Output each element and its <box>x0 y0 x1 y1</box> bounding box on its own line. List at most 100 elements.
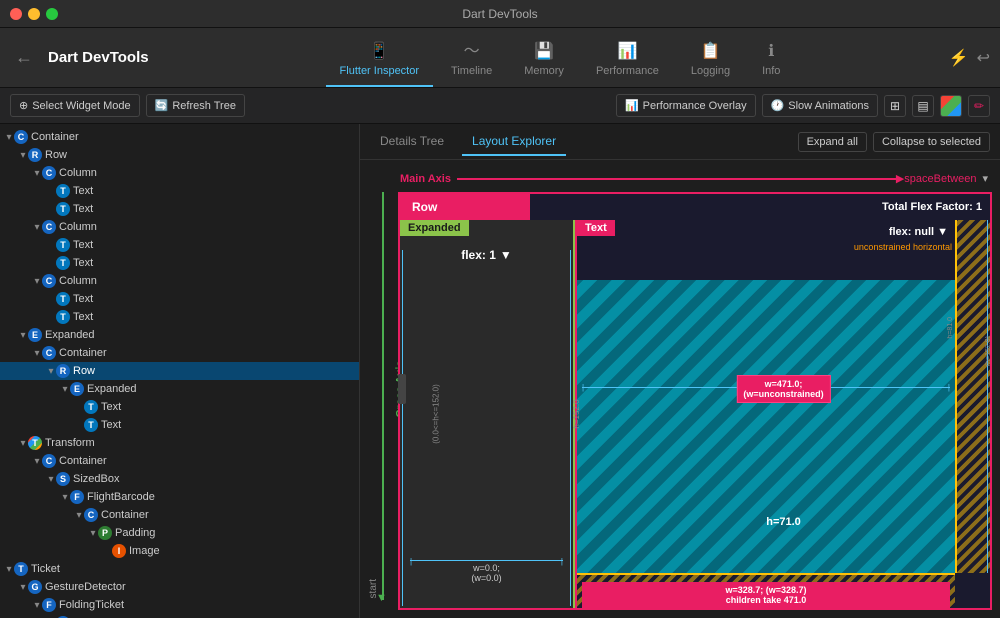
content-area: ▾CContainer▾RRow▾CColumn TText TText▾CCo… <box>0 124 1000 618</box>
node-label: FlightBarcode <box>87 491 155 503</box>
tree-item[interactable]: ▾EExpanded <box>0 326 359 344</box>
expand-arrow[interactable]: ▾ <box>32 456 42 467</box>
expanded-label: Expanded <box>400 220 469 236</box>
expand-arrow[interactable]: ▾ <box>46 366 56 377</box>
node-icon: C <box>14 130 28 144</box>
scroll-handle[interactable] <box>398 374 406 404</box>
performance-icon: 📊 <box>617 41 637 61</box>
node-icon: P <box>98 526 112 540</box>
expand-arrow[interactable]: ▾ <box>4 564 14 575</box>
maximize-button[interactable] <box>46 8 58 20</box>
close-button[interactable] <box>10 8 22 20</box>
tree-item[interactable]: TText <box>0 416 359 434</box>
tree-item[interactable]: IImage <box>0 542 359 560</box>
expand-arrow[interactable]: ▾ <box>18 330 28 341</box>
bottom-measurement-label: w=328.7; (w=328.7)children take 471.0 <box>582 582 950 608</box>
tree-item[interactable]: TText <box>0 200 359 218</box>
tree-item[interactable]: ▾PPadding <box>0 524 359 542</box>
main-header: ← Dart DevTools 📱 Flutter Inspector 〜 Ti… <box>0 28 1000 88</box>
tree-item[interactable]: ▾TTicket <box>0 560 359 578</box>
tree-item[interactable]: ▾CColumn <box>0 164 359 182</box>
collapse-to-selected-button[interactable]: Collapse to selected <box>873 132 990 152</box>
minimize-button[interactable] <box>28 8 40 20</box>
flex-dropdown[interactable]: ▼ <box>500 248 512 262</box>
tab-performance-label: Performance <box>596 65 659 77</box>
expand-arrow[interactable]: ▾ <box>60 384 70 395</box>
refresh-tree-button[interactable]: 🔄 Refresh Tree <box>146 94 245 117</box>
tree-item[interactable]: ▾CContainer <box>0 614 359 618</box>
tree-item[interactable]: ▾CColumn <box>0 218 359 236</box>
pencil-icon-button[interactable]: ✏ <box>968 95 990 117</box>
tree-item[interactable]: TText <box>0 236 359 254</box>
expand-arrow[interactable]: ▾ <box>88 528 98 539</box>
tree-item[interactable]: ▾FFoldingTicket <box>0 596 359 614</box>
tab-info[interactable]: ℹ Info <box>748 33 794 87</box>
back-button[interactable]: ← <box>10 47 38 68</box>
tree-item[interactable]: ▾SSizedBox <box>0 470 359 488</box>
tab-timeline[interactable]: 〜 Timeline <box>437 29 506 87</box>
node-icon: T <box>56 184 70 198</box>
tab-performance[interactable]: 📊 Performance <box>582 33 673 87</box>
space-between-dropdown[interactable]: ▾ <box>982 172 988 185</box>
unconstrained-label: unconstrained horizontal <box>854 242 952 252</box>
grid-icon-button[interactable]: ⊞ <box>884 95 906 117</box>
tab-logging[interactable]: 📋 Logging <box>677 33 744 87</box>
expand-arrow[interactable]: ▾ <box>74 510 84 521</box>
memory-icon: 💾 <box>534 41 554 61</box>
expand-arrow[interactable]: ▾ <box>18 582 28 593</box>
tree-item[interactable]: ▾CContainer <box>0 452 359 470</box>
expand-arrow[interactable]: ▾ <box>32 600 42 611</box>
expand-arrow[interactable]: ▾ <box>4 132 14 143</box>
slow-animations-button[interactable]: 🕐 Slow Animations <box>762 94 878 117</box>
node-icon: R <box>56 364 70 378</box>
tree-item[interactable]: ▾RRow <box>0 362 359 380</box>
node-icon: T <box>56 256 70 270</box>
performance-overlay-button[interactable]: 📊 Performance Overlay <box>616 94 756 117</box>
node-icon: C <box>84 508 98 522</box>
tree-item[interactable]: ▾EExpanded <box>0 380 359 398</box>
lightning-icon[interactable]: ⚡ <box>949 48 969 68</box>
tree-item[interactable]: ▾CContainer <box>0 344 359 362</box>
expand-arrow[interactable]: ▾ <box>18 438 28 449</box>
layout-icon-button[interactable]: ▤ <box>912 95 934 117</box>
tab-flutter-inspector[interactable]: 📱 Flutter Inspector <box>326 33 433 87</box>
tree-item[interactable]: ▾RRow <box>0 146 359 164</box>
expand-arrow[interactable]: ▾ <box>18 150 28 161</box>
tree-item[interactable]: TText <box>0 182 359 200</box>
refresh-icon[interactable]: ↩ <box>977 48 990 68</box>
expand-arrow[interactable]: ▾ <box>32 276 42 287</box>
tree-item[interactable]: ▾CContainer <box>0 128 359 146</box>
tab-memory[interactable]: 💾 Memory <box>510 33 578 87</box>
tree-item[interactable]: TText <box>0 308 359 326</box>
tree-item[interactable]: ▾FFlightBarcode <box>0 488 359 506</box>
info-icon: ℹ <box>768 41 774 61</box>
expand-all-button[interactable]: Expand all <box>798 132 867 152</box>
tree-item[interactable]: ▾CColumn <box>0 272 359 290</box>
expand-arrow[interactable]: ▾ <box>32 168 42 179</box>
row-label[interactable]: Row <box>400 194 530 220</box>
select-widget-mode-button[interactable]: ⊕ Select Widget Mode <box>10 94 140 117</box>
color-icon-button[interactable] <box>940 95 962 117</box>
node-label: Container <box>31 131 79 143</box>
tree-item[interactable]: TText <box>0 254 359 272</box>
node-icon: R <box>28 148 42 162</box>
node-label: Expanded <box>45 329 95 341</box>
tree-item[interactable]: TText <box>0 398 359 416</box>
expand-arrow[interactable]: ▾ <box>60 492 70 503</box>
tree-item[interactable]: ▾TTransform <box>0 434 359 452</box>
text-box[interactable]: Text flex: null ▼ unconstrained horizont… <box>575 220 990 608</box>
layout-explorer-tab[interactable]: Layout Explorer <box>462 128 566 156</box>
window-controls <box>10 8 58 20</box>
expand-arrow[interactable]: ▾ <box>32 348 42 359</box>
tree-item[interactable]: ▾CContainer <box>0 506 359 524</box>
expand-arrow[interactable]: ▾ <box>46 474 56 485</box>
details-tree-tab[interactable]: Details Tree <box>370 128 454 156</box>
flex-null-label[interactable]: flex: null ▼ <box>889 226 948 238</box>
expand-arrow[interactable]: ▾ <box>32 222 42 233</box>
tree-item[interactable]: ▾GGestureDetector <box>0 578 359 596</box>
expanded-box[interactable]: Expanded flex: 1 ▼ (0.0<=h<=152.0) h=152… <box>400 220 575 608</box>
node-icon: T <box>56 310 70 324</box>
node-label: Text <box>73 203 93 215</box>
timeline-icon: 〜 <box>464 37 480 61</box>
tree-item[interactable]: TText <box>0 290 359 308</box>
